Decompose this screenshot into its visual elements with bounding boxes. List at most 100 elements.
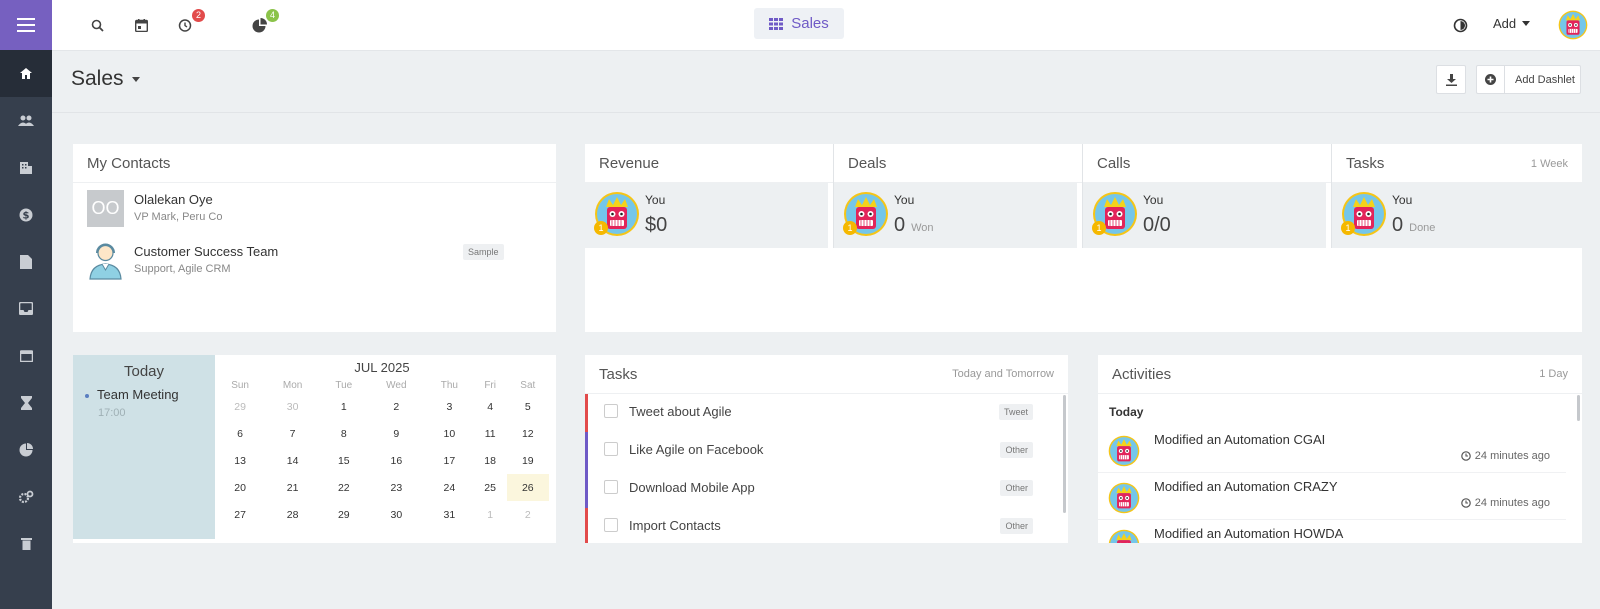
calendar-day[interactable]: 11 [474, 420, 507, 447]
reminders-button[interactable]: 2 [174, 9, 205, 36]
sidebar-item-deals[interactable]: $ [0, 191, 52, 238]
tasks-scrollbar[interactable] [1063, 395, 1066, 513]
calendar-day[interactable]: 16 [368, 447, 425, 474]
calendar-day[interactable]: 8 [320, 420, 368, 447]
calendar-day[interactable]: 4 [474, 393, 507, 420]
grid-icon [769, 17, 784, 30]
stats-panel: Revenue Deals Calls Tasks 1 Week 1 You $… [585, 144, 1582, 332]
top-navbar: 2 4 Sales Add [52, 0, 1600, 51]
task-item[interactable]: Download Mobile App Other [585, 470, 1051, 508]
reports-button[interactable]: 4 [248, 9, 279, 36]
event-time: 17:00 [98, 407, 126, 419]
calendar-day[interactable]: 30 [368, 501, 425, 528]
dashboard-title-dropdown[interactable]: Sales [71, 67, 140, 91]
revenue-stat-card[interactable]: 1 You $0 [585, 183, 828, 248]
tasks-stat-card[interactable]: 1 You 0 Done [1332, 183, 1582, 248]
calendar-day[interactable]: 13 [215, 447, 265, 474]
calendar-day[interactable]: 1 [474, 501, 507, 528]
task-title[interactable]: Tweet about Agile [629, 404, 732, 419]
support-agent-icon [89, 243, 122, 280]
activity-item[interactable]: Modified an Automation CRAZY 24 minutes … [1098, 474, 1566, 520]
calendar-day[interactable]: 24 [425, 474, 474, 501]
contact-item[interactable]: Customer Success Team Support, Agile CRM… [87, 242, 547, 282]
calendar-day[interactable]: 28 [265, 501, 320, 528]
tasks-stat-title: Tasks [1346, 155, 1385, 172]
task-checkbox[interactable] [604, 404, 618, 418]
dashboard-selector-label: Sales [791, 15, 829, 32]
user-avatar[interactable] [1558, 10, 1588, 40]
sidebar-item-calendar[interactable] [0, 332, 52, 379]
calendar-day[interactable]: 25 [474, 474, 507, 501]
calendar-day[interactable]: 30 [265, 393, 320, 420]
calendar-day[interactable]: 15 [320, 447, 368, 474]
calendar-day[interactable]: 31 [425, 501, 474, 528]
calendar-day[interactable]: 2 [368, 393, 425, 420]
dashboard-selector[interactable]: Sales [754, 8, 844, 39]
panel-title: Tasks [599, 366, 638, 383]
sidebar-item-reports[interactable] [0, 426, 52, 473]
search-icon [91, 19, 104, 32]
add-dashlet-button[interactable]: Add Dashlet [1476, 65, 1581, 94]
activity-item[interactable]: Modified an Automation HOWDA [1098, 521, 1566, 543]
search-button[interactable] [86, 14, 108, 36]
hourglass-icon [20, 395, 32, 410]
calendar-day[interactable]: 6 [215, 420, 265, 447]
event-item[interactable]: Team Meeting [85, 387, 179, 402]
deals-stat-card[interactable]: 1 You 0 Won [834, 183, 1077, 248]
calendar-day[interactable]: 10 [425, 420, 474, 447]
calendar-day[interactable]: 12 [507, 420, 549, 447]
sidebar-item-companies[interactable] [0, 144, 52, 191]
sidebar-item-trash[interactable] [0, 520, 52, 567]
task-title[interactable]: Import Contacts [629, 518, 721, 533]
calendar-day[interactable]: 1 [320, 393, 368, 420]
download-button[interactable] [1436, 65, 1466, 94]
calendar-day[interactable]: 21 [265, 474, 320, 501]
contact-initials-avatar: OO [87, 190, 124, 227]
task-checkbox[interactable] [604, 442, 618, 456]
calendar-day[interactable]: 7 [265, 420, 320, 447]
calendar-day[interactable]: 27 [215, 501, 265, 528]
task-item[interactable]: Import Contacts Other [585, 508, 1051, 543]
theme-toggle-button[interactable] [1449, 14, 1471, 36]
menu-toggle-button[interactable] [0, 0, 52, 50]
activity-item[interactable]: Modified an Automation CGAI 24 minutes a… [1098, 427, 1566, 473]
calendar-day[interactable]: 2 [507, 501, 549, 528]
calendar-day-today[interactable]: 26 [506, 474, 549, 501]
mascot-avatar-icon [1108, 529, 1140, 543]
sidebar-item-settings[interactable] [0, 473, 52, 520]
sidebar-item-documents[interactable] [0, 238, 52, 285]
calendar-day[interactable]: 5 [507, 393, 549, 420]
calendar-day[interactable]: 19 [507, 447, 549, 474]
caret-down-icon [1522, 21, 1531, 26]
sidebar-item-contacts[interactable] [0, 97, 52, 144]
task-title[interactable]: Like Agile on Facebook [629, 442, 763, 457]
sidebar-item-inbox[interactable] [0, 285, 52, 332]
add-menu-button[interactable]: Add [1493, 16, 1531, 31]
task-checkbox[interactable] [604, 518, 618, 532]
calendar-day[interactable]: 9 [368, 420, 425, 447]
calendar-day[interactable]: 14 [265, 447, 320, 474]
rank-badge: 1 [1341, 221, 1355, 235]
task-checkbox[interactable] [604, 480, 618, 494]
calendar-day[interactable]: 20 [215, 474, 265, 501]
calendar-day[interactable]: 23 [368, 474, 425, 501]
sidebar-item-automation[interactable] [0, 379, 52, 426]
contact-name[interactable]: Customer Success Team [134, 244, 278, 259]
activities-scrollbar[interactable] [1577, 395, 1580, 421]
calendar-day[interactable]: 3 [425, 393, 474, 420]
alarm-clock-icon [178, 19, 192, 32]
calendar-day[interactable]: 22 [320, 474, 368, 501]
contact-item[interactable]: OO Olalekan Oye VP Mark, Peru Co [87, 190, 547, 230]
calendar-day[interactable]: 29 [215, 393, 265, 420]
add-menu-label: Add [1493, 16, 1517, 31]
calendar-day[interactable]: 18 [474, 447, 507, 474]
sidebar-item-home[interactable] [0, 50, 52, 97]
calendar-day[interactable]: 29 [320, 501, 368, 528]
calls-stat-card[interactable]: 1 You 0/0 [1083, 183, 1326, 248]
task-item[interactable]: Like Agile on Facebook Other [585, 432, 1051, 470]
task-item[interactable]: Tweet about Agile Tweet [585, 394, 1051, 432]
task-title[interactable]: Download Mobile App [629, 480, 755, 495]
calendar-button[interactable] [130, 14, 152, 36]
calendar-day[interactable]: 17 [425, 447, 474, 474]
contact-name[interactable]: Olalekan Oye [134, 192, 213, 207]
